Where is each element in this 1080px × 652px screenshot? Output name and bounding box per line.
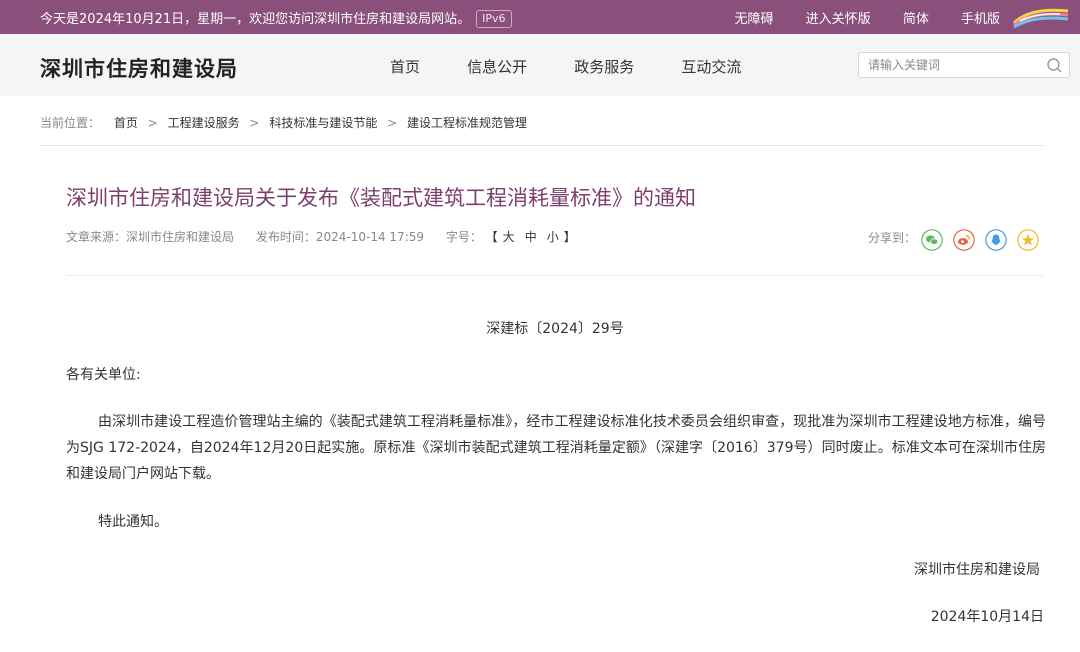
breadcrumb-item-home[interactable]: 首页: [114, 116, 138, 130]
weibo-icon[interactable]: [953, 229, 975, 251]
search-icon[interactable]: [1046, 57, 1063, 74]
font-size-large[interactable]: 大: [503, 230, 515, 244]
nav-item-gov-services[interactable]: 政务服务: [574, 56, 634, 77]
breadcrumb-separator: >: [147, 116, 158, 130]
publish-time: 发布时间：2024-10-14 17:59: [255, 230, 424, 244]
nav-item-interaction[interactable]: 互动交流: [681, 56, 741, 77]
main-nav: 首页 信息公开 政务服务 互动交流: [390, 56, 783, 77]
welcome-text: 今天是2024年10月21日，星期一，欢迎您访问深圳市住房和建设局网站。 IPv6: [40, 8, 512, 28]
nav-item-info-disclosure[interactable]: 信息公开: [467, 56, 527, 77]
top-links: 无障碍 进入关怀版 简体 手机版: [707, 8, 1000, 27]
article-source: 文章来源：深圳市住房和建设局: [66, 230, 235, 244]
breadcrumb-item-standards-management[interactable]: 建设工程标准规范管理: [407, 116, 527, 130]
accessibility-link[interactable]: 无障碍: [735, 12, 774, 27]
site-title[interactable]: 深圳市住房和建设局: [40, 53, 238, 83]
breadcrumb-divider: [40, 145, 1044, 146]
font-size-small[interactable]: 小: [547, 230, 559, 244]
document-number: 深建标〔2024〕29号: [486, 321, 624, 337]
search-box: [858, 52, 1070, 78]
top-bar: 今天是2024年10月21日，星期一，欢迎您访问深圳市住房和建设局网站。 IPv6…: [0, 0, 1080, 34]
mobile-version-link[interactable]: 手机版: [961, 12, 1000, 27]
signer: 深圳市住房和建设局: [914, 562, 1040, 578]
font-size-label: 字号：: [445, 230, 482, 244]
breadcrumb-label: 当前位置：: [40, 116, 101, 130]
welcome-message: 今天是2024年10月21日，星期一，欢迎您访问深圳市住房和建设局网站。: [40, 12, 471, 27]
ipv6-badge: IPv6: [476, 10, 512, 28]
breadcrumb-separator: >: [249, 116, 260, 130]
search-input[interactable]: [859, 53, 1038, 77]
breadcrumb-item-tech-standards[interactable]: 科技标准与建设节能: [269, 116, 377, 130]
breadcrumb-item-engineering-services[interactable]: 工程建设服务: [168, 116, 240, 130]
article-meta: 文章来源：深圳市住房和建设局 发布时间：2024-10-14 17:59 字号：…: [66, 228, 576, 245]
recipient: 各有关单位:: [66, 367, 141, 383]
article-divider: [66, 275, 1044, 276]
share-label: 分享到：: [868, 231, 917, 245]
site-header: 深圳市住房和建设局 首页 信息公开 政务服务 互动交流: [0, 34, 1080, 96]
qq-icon[interactable]: [985, 229, 1007, 251]
rainbow-logo-icon[interactable]: [1010, 3, 1072, 29]
care-mode-link[interactable]: 进入关怀版: [806, 12, 871, 27]
font-size-selector: 【大中小】: [485, 230, 576, 244]
simplified-chinese-link[interactable]: 简体: [903, 12, 929, 27]
nav-item-home[interactable]: 首页: [390, 56, 420, 77]
signing-date: 2024年10月14日: [930, 609, 1044, 625]
qzone-icon[interactable]: [1017, 229, 1039, 251]
article-title: 深圳市住房和建设局关于发布《装配式建筑工程消耗量标准》的通知: [66, 186, 696, 210]
breadcrumb-separator: >: [387, 116, 398, 130]
wechat-icon[interactable]: [921, 229, 943, 251]
closing-remark: 特此通知。: [98, 514, 168, 530]
breadcrumb: 当前位置： 首页 > 工程建设服务 > 科技标准与建设节能 > 建设工程标准规范…: [40, 114, 527, 131]
font-size-medium[interactable]: 中: [525, 230, 537, 244]
article-body: 由深圳市建设工程造价管理站主编的《装配式建筑工程消耗量标准》，经市工程建设标准化…: [66, 414, 1046, 482]
